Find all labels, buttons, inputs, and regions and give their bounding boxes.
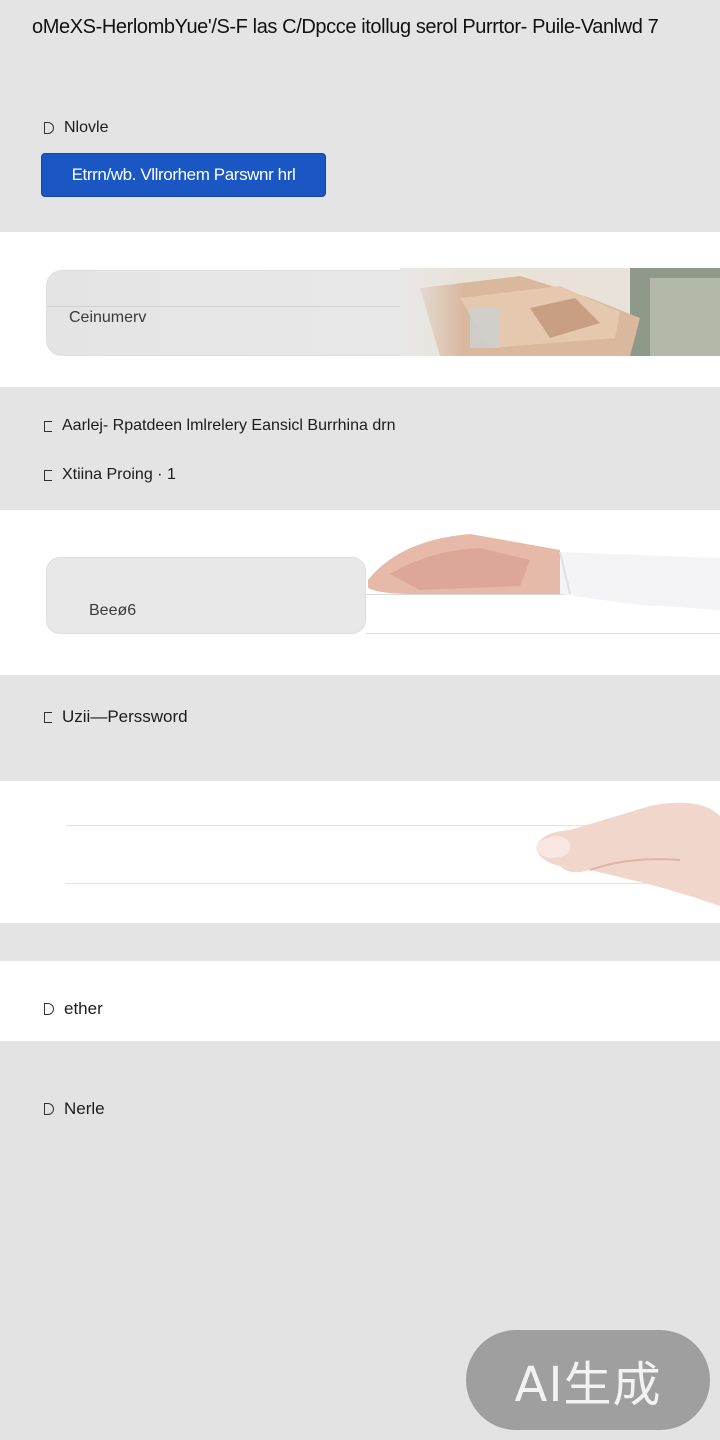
option-label: Aarlej- Rpatdeen lmlrelery Eansicl Burrh… xyxy=(62,417,396,434)
checkbox-icon xyxy=(44,711,52,723)
beta-card[interactable]: Beeø6 xyxy=(46,557,366,634)
option-marker-icon xyxy=(44,1103,54,1115)
hand-photo-image xyxy=(360,530,720,610)
option-row-mode[interactable]: Nlovle xyxy=(44,119,108,137)
ai-generated-watermark: AI生成 xyxy=(466,1330,710,1430)
category-card-label: Ceinumerv xyxy=(69,309,147,326)
option-label: Nlovle xyxy=(64,119,109,136)
page-title: oMeXS-HerlombYue'/S-F las C/Dpcce itollu… xyxy=(32,16,659,38)
option-row-pricing[interactable]: Xtiina Proing · 1 xyxy=(44,466,176,484)
checkbox-icon xyxy=(44,420,52,432)
option-label: Uzii—Perssword xyxy=(62,707,188,726)
option-label: Nerle xyxy=(64,1099,105,1118)
option-label: Xtiina Proing · 1 xyxy=(62,466,176,483)
card-underline xyxy=(366,633,720,634)
hands-photo-image xyxy=(400,268,720,356)
checkbox-icon xyxy=(44,469,52,481)
hand-photo-svg xyxy=(368,534,720,610)
other-section xyxy=(0,961,720,1041)
option-row-other[interactable]: ether xyxy=(44,999,103,1019)
options-section xyxy=(0,387,720,510)
option-marker-icon xyxy=(44,122,54,134)
hands-photo-svg xyxy=(400,268,720,356)
primary-password-button[interactable]: Etrrn/wb. Vllrorhem Parswnr hrl xyxy=(41,153,326,197)
password-section xyxy=(0,675,720,781)
beta-card-label: Beeø6 xyxy=(89,602,137,619)
option-marker-icon xyxy=(44,1003,54,1015)
pointing-hand-image xyxy=(530,796,720,906)
option-row-responsibility[interactable]: Aarlej- Rpatdeen lmlrelery Eansicl Burrh… xyxy=(44,417,395,435)
option-label: ether xyxy=(64,999,103,1018)
option-row-password[interactable]: Uzii—Perssword xyxy=(44,707,188,727)
divider-band xyxy=(0,923,720,961)
option-row-name[interactable]: Nerle xyxy=(44,1099,105,1119)
pointing-hand-svg xyxy=(536,802,720,906)
